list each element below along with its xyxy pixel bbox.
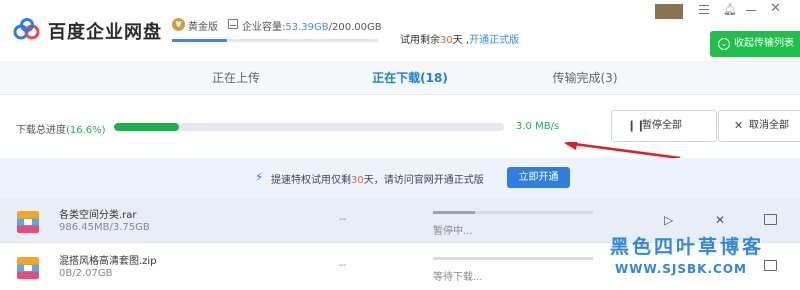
trial-prefix: 试用剩余: [400, 35, 440, 46]
open-folder-icon[interactable]: [764, 260, 777, 271]
file-progress-fill: [433, 211, 475, 214]
resume-icon[interactable]: ▷: [664, 213, 673, 227]
cloud-logo-icon: [13, 18, 40, 40]
file-size: 986.45MB/3.75GB: [59, 222, 150, 233]
brand-name: 百度企业网盘: [48, 22, 162, 43]
cancel-icon: ✕: [734, 119, 744, 132]
capacity-used: 53.39GB: [285, 22, 329, 33]
trial-suffix: 天 ,: [452, 35, 470, 46]
capacity-label: 企业容量:53.39GB/200.00GB: [242, 18, 382, 33]
vip-badge-icon: ¥: [172, 18, 185, 31]
total-progress-fill: [114, 123, 179, 131]
collapse-transfer-list-button[interactable]: ⌄ 收起传输列表: [710, 31, 800, 57]
avatar[interactable]: [655, 4, 683, 19]
capacity-caption: 企业容量:: [242, 22, 286, 33]
collapse-icon: ⌄: [718, 38, 730, 50]
minimize-icon[interactable]: [746, 10, 756, 11]
file-status: 暂停中...: [433, 226, 473, 237]
collapse-label: 收起传输列表: [734, 38, 794, 49]
download-speed: 3.0 MB/s: [516, 121, 560, 132]
archive-file-icon: [17, 211, 39, 233]
pause-icon: ❙❙: [627, 119, 646, 132]
promo-prefix: 提速特权试用仅剩: [271, 175, 351, 186]
open-folder-icon[interactable]: [764, 214, 777, 225]
total-progress-label: 下载总进度(16.6%): [16, 121, 106, 136]
capacity-bar-fill: [172, 39, 227, 42]
top-header: 百度企业网盘 ¥ 黄金版 企业容量:53.39GB/200.00GB 试用剩余3…: [0, 0, 800, 62]
cancel-all-button[interactable]: ✕ 取消全部: [718, 110, 800, 142]
total-progress-percent: (16.6%): [66, 125, 106, 136]
archive-file-icon: [17, 257, 39, 279]
tab-downloading[interactable]: 正在下载(18): [350, 62, 470, 95]
menu-icon[interactable]: [699, 5, 709, 14]
total-progress-bar: [114, 123, 504, 131]
promo-text: 提速特权试用仅剩30天，请访问官网开通正式版: [271, 171, 484, 186]
storage-icon: [228, 19, 238, 29]
trial-notice: 试用剩余30天 ,开通正式版: [400, 31, 519, 46]
watermark-url: WWW.SJSBK.COM: [615, 262, 747, 276]
activate-now-button[interactable]: 立即开通: [507, 167, 570, 188]
upgrade-link[interactable]: 开通正式版: [469, 35, 519, 46]
file-name: 混搭风格高清套图.zip: [59, 256, 157, 267]
file-status: 等待下载...: [433, 272, 483, 283]
capacity-bar: [172, 39, 378, 42]
trial-days: 30: [440, 35, 453, 46]
total-progress-caption: 下载总进度: [16, 125, 66, 136]
file-progress-bar: [433, 211, 593, 214]
pause-all-button[interactable]: ❙❙ 暂停全部: [611, 110, 717, 142]
pause-all-label: 暂停全部: [642, 120, 682, 131]
transfer-tabs: 正在上传 正在下载(18) 传输完成(3): [0, 62, 800, 95]
tab-uploading[interactable]: 正在上传: [176, 62, 296, 95]
vip-level-label: 黄金版: [188, 22, 218, 33]
close-icon[interactable]: ✕: [770, 2, 781, 16]
file-size: 0B/2.07GB: [59, 268, 113, 279]
delete-icon[interactable]: ✕: [715, 213, 725, 227]
promo-days: 30: [351, 175, 364, 186]
promo-banner: ⚡︎ 提速特权试用仅剩30天，请访问官网开通正式版 立即开通: [0, 158, 800, 198]
file-speed: --: [339, 214, 347, 225]
lightning-icon: ⚡︎: [255, 170, 264, 184]
tab-completed[interactable]: 传输完成(3): [525, 62, 645, 95]
watermark-title: 黑色四叶草博客: [610, 236, 765, 258]
file-speed: --: [339, 260, 347, 271]
bell-icon[interactable]: 🔔︎: [723, 4, 737, 16]
file-progress-bar: [433, 257, 593, 260]
capacity-total: /200.00GB: [328, 22, 382, 33]
promo-suffix: 天，请访问官网开通正式版: [363, 175, 484, 186]
cancel-all-label: 取消全部: [749, 120, 789, 131]
file-name: 各类空间分类.rar: [59, 210, 137, 221]
